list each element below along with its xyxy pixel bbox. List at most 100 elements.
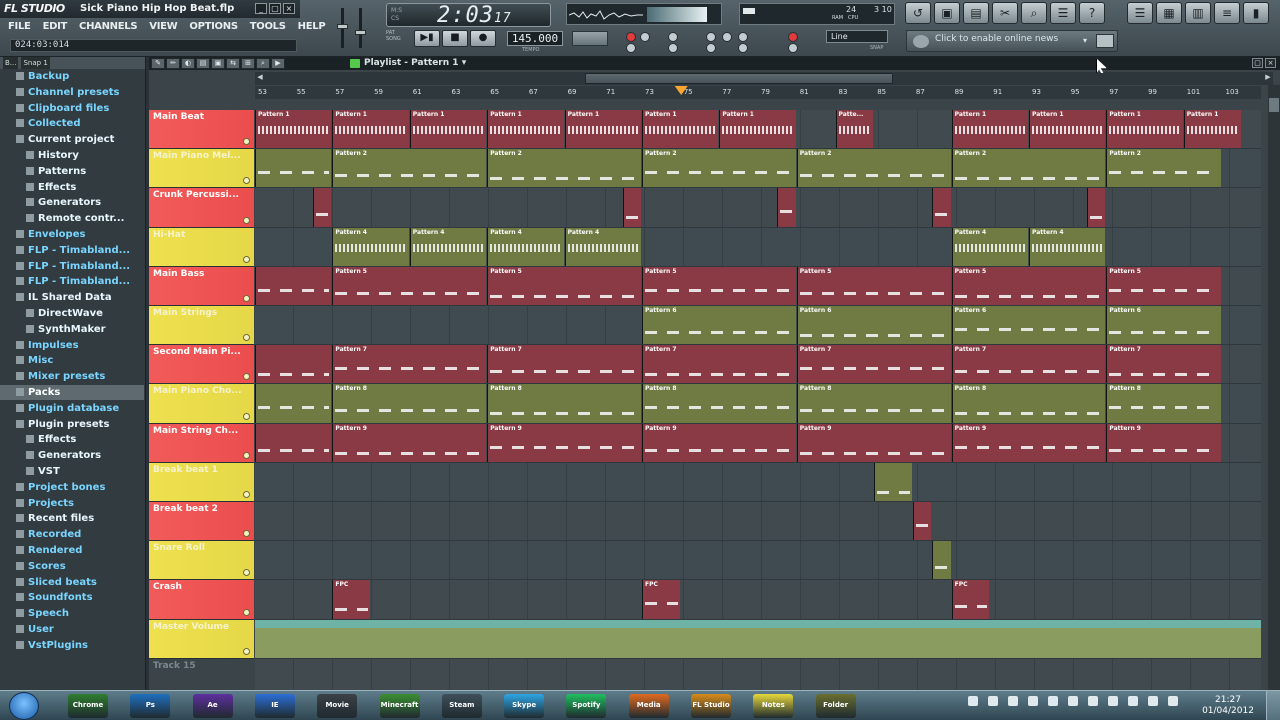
mute-toggle[interactable]	[243, 569, 250, 577]
browser-item[interactable]: FLP - Timabland...	[0, 274, 144, 289]
pattern-clip[interactable]: Pattern 2	[1106, 149, 1222, 188]
mute-toggle[interactable]	[243, 647, 250, 655]
scroll-right-icon[interactable]: ▶	[1263, 73, 1273, 84]
help-icon[interactable]: ?	[1079, 2, 1105, 24]
mute-toggle[interactable]	[243, 177, 250, 185]
undo-icon[interactable]: ↺	[905, 2, 931, 24]
taskbar-app-icon[interactable]: FL Studio	[691, 694, 731, 718]
taskbar-app-icon[interactable]: Minecraft	[379, 694, 420, 718]
pattern-clip[interactable]: Pattern 9	[1106, 423, 1222, 462]
piano-roll-icon[interactable]: ▥	[1185, 2, 1211, 24]
pattern-clip[interactable]	[255, 266, 332, 305]
browser-item[interactable]: Patterns	[0, 164, 144, 179]
mute-toggle[interactable]	[243, 373, 250, 381]
punch-icon[interactable]	[706, 43, 716, 53]
browser-item[interactable]: Speech	[0, 606, 144, 621]
pattern-clip[interactable]	[932, 188, 951, 227]
pattern-clip[interactable]: Pattern 9	[796, 423, 951, 462]
browser-item[interactable]: Packs	[0, 385, 144, 400]
pattern-clip[interactable]: Pattern 8	[796, 384, 951, 423]
mute-toggle[interactable]	[243, 334, 250, 342]
pattern-clip[interactable]	[255, 384, 332, 423]
track-lane[interactable]: Pattern 1 Pattern 1 Pattern 1 Pattern 1 Patt…	[255, 110, 1261, 150]
pattern-clip[interactable]: Pattern 1	[1106, 110, 1183, 149]
pattern-clip[interactable]	[1087, 188, 1106, 227]
track-lane[interactable]	[255, 502, 1261, 542]
volume-icon[interactable]	[1148, 696, 1158, 706]
pat-song-switch[interactable]: PAT SONG	[386, 30, 412, 47]
slip-tool-icon[interactable]: ▤	[196, 58, 210, 69]
pattern-clip[interactable]: Pattern 1	[332, 110, 409, 149]
scroll-left-icon[interactable]: ◀	[255, 73, 265, 84]
browser-item[interactable]: SynthMaker	[0, 322, 144, 337]
track-lane[interactable]	[255, 541, 1261, 581]
pattern-clip[interactable]: Pattern 1	[642, 110, 719, 149]
song-time-display[interactable]: M:S CS 2:0317	[386, 3, 551, 28]
browser-item[interactable]: Project bones	[0, 480, 144, 495]
browser-item[interactable]: Collected	[0, 116, 144, 131]
browser-item[interactable]: History	[0, 148, 144, 163]
restore-button[interactable]: ▢	[269, 3, 281, 14]
track-label[interactable]: Second Main Pi...	[149, 345, 254, 385]
track-lane[interactable]: Pattern 8 Pattern 8 Pattern 8 Pattern 8 Patt…	[255, 384, 1261, 424]
pattern-clip[interactable]: FPC	[951, 580, 990, 619]
pattern-clip[interactable]: Pattern 9	[642, 423, 796, 462]
tray-icon[interactable]	[1128, 696, 1138, 706]
step-sequencer-icon[interactable]: ▦	[1156, 2, 1182, 24]
news-toggle-button[interactable]	[1096, 34, 1114, 48]
stop-button[interactable]: ■	[442, 30, 468, 47]
pattern-clip[interactable]	[777, 188, 796, 227]
scroll-icon[interactable]	[738, 43, 748, 53]
pattern-clip[interactable]: Pattern 2	[951, 149, 1106, 188]
taskbar-app-icon[interactable]: Steam	[441, 694, 482, 718]
mixer-icon[interactable]: ▮	[1243, 2, 1269, 24]
track-lane[interactable]: Pattern 9 Pattern 9 Pattern 9 Pattern 9 Patt…	[255, 423, 1261, 463]
pattern-clip[interactable]: Pattern 4	[564, 227, 641, 266]
pattern-clip[interactable]: Pattern 8	[642, 384, 796, 423]
pattern-clip[interactable]: FPC	[642, 580, 680, 619]
browser-item[interactable]: Soundfonts	[0, 590, 144, 605]
taskbar-app-icon[interactable]: Ps	[130, 694, 171, 718]
menu-tools[interactable]: TOOLS	[250, 21, 286, 32]
menu-file[interactable]: FILE	[8, 21, 31, 32]
taskbar-app-icon[interactable]: Spotify	[566, 694, 607, 718]
pattern-clip[interactable]: Pattern 7	[332, 345, 487, 384]
track-lane[interactable]	[255, 188, 1261, 228]
track-label[interactable]: Main Piano Cho...	[149, 384, 254, 424]
pattern-clip[interactable]: Pattern 1	[951, 110, 1028, 149]
pattern-clip[interactable]: Pattern 2	[332, 149, 487, 188]
pattern-clip[interactable]: Pattern 5	[951, 266, 1106, 305]
track-label[interactable]: Main Piano Mel...	[149, 149, 254, 189]
menu-view[interactable]: VIEW	[149, 21, 177, 32]
taskbar-app-icon[interactable]: IE	[254, 694, 295, 718]
pattern-clip[interactable]: Pattern 4	[951, 227, 1028, 266]
horizontal-scrollbar[interactable]: ◀ ▶	[255, 72, 1273, 85]
taskbar-app-icon[interactable]: Notes	[753, 694, 794, 718]
select-tool-icon[interactable]: ▣	[211, 58, 225, 69]
track-lane[interactable]: Pattern 5 Pattern 5 Pattern 5 Pattern 5 Patt…	[255, 266, 1261, 306]
pattern-clip[interactable]: Pattern 1	[487, 110, 564, 149]
snap-selector[interactable]: Line	[826, 30, 888, 43]
pattern-clip[interactable]: Pattern 5	[487, 266, 641, 305]
metronome-icon[interactable]	[640, 32, 650, 42]
mute-toggle[interactable]	[243, 294, 250, 302]
menu-channels[interactable]: CHANNELS	[79, 21, 138, 32]
pattern-clip[interactable]	[622, 188, 641, 227]
menu-edit[interactable]: EDIT	[43, 21, 68, 32]
mute-toggle[interactable]	[243, 412, 250, 420]
pattern-clip[interactable]: Pattern 1	[1029, 110, 1106, 149]
browser-item[interactable]: Effects	[0, 180, 144, 195]
browser-item[interactable]: Impulses	[0, 338, 144, 353]
brush-tool-icon[interactable]: ✏	[166, 58, 180, 69]
cut-icon[interactable]: ✂	[992, 2, 1018, 24]
step-edit-icon[interactable]	[706, 32, 716, 42]
blend-notes-icon[interactable]	[738, 32, 748, 42]
pattern-clip[interactable]: Pattern 2	[642, 149, 796, 188]
mute-toggle[interactable]	[243, 530, 250, 538]
mute-toggle[interactable]	[243, 255, 250, 263]
track-lane[interactable]: Pattern 2 Pattern 2 Pattern 2 Pattern 2 Patt…	[255, 149, 1261, 189]
taskbar-clock[interactable]: 21:27 01/04/2012	[1196, 695, 1260, 717]
pattern-clip[interactable]: Pattern 5	[1106, 266, 1222, 305]
track-label[interactable]: Hi-Hat	[149, 227, 254, 267]
tray-icon[interactable]	[968, 696, 978, 706]
